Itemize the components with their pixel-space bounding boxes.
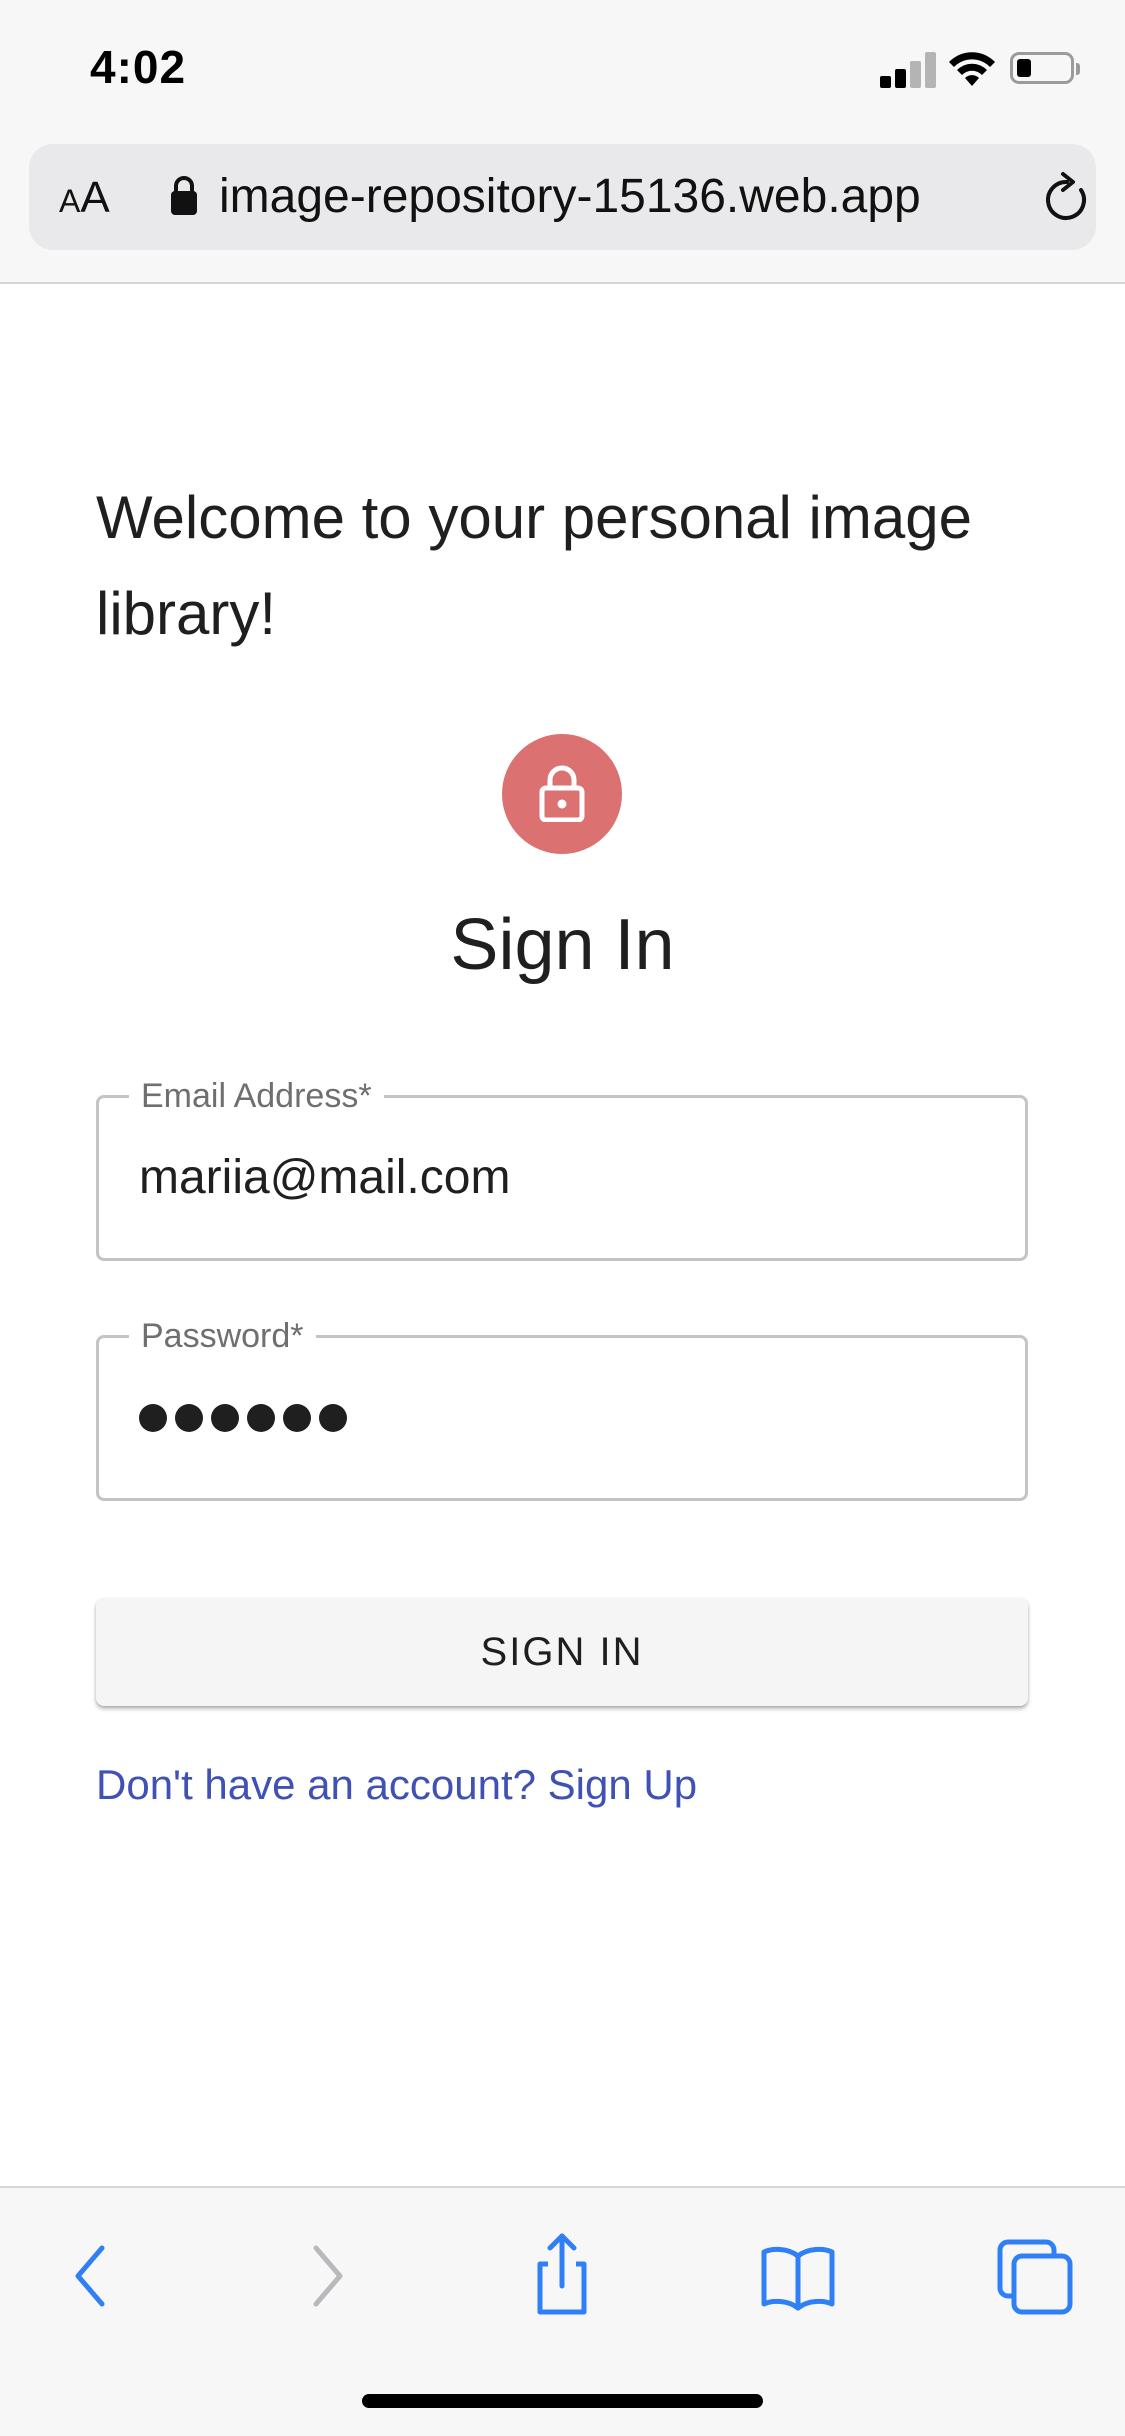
browser-address-area: AA image-repository-15136.web.app <box>0 140 1125 284</box>
text-size-small-label: A <box>59 183 81 219</box>
lock-avatar <box>502 734 622 854</box>
password-mask-dot <box>211 1404 239 1432</box>
lock-outline-icon <box>539 765 585 822</box>
battery-icon <box>1010 52 1080 84</box>
sign-in-title: Sign In <box>450 905 675 985</box>
email-field[interactable]: Email Address* <box>96 1076 1028 1261</box>
password-mask-dot <box>175 1404 203 1432</box>
text-size-large-label: A <box>80 173 110 222</box>
status-time: 4:02 <box>90 41 187 93</box>
address-bar[interactable]: AA image-repository-15136.web.app <box>29 144 1096 250</box>
back-icon[interactable] <box>44 2228 140 2324</box>
forward-icon[interactable] <box>278 2228 374 2324</box>
password-mask-dot <box>319 1404 347 1432</box>
bookmarks-icon[interactable] <box>750 2228 846 2324</box>
screen: 4:02 AA image-repository-15136.web.app W… <box>0 0 1125 2436</box>
url-text[interactable]: image-repository-15136.web.app <box>219 164 921 230</box>
password-field-label: Password* <box>129 1316 316 1356</box>
welcome-heading: Welcome to your personal image library! <box>96 484 972 647</box>
password-input[interactable] <box>139 1394 355 1444</box>
wifi-icon <box>949 52 995 86</box>
lock-icon <box>171 176 197 215</box>
email-field-label: Email Address* <box>129 1076 384 1116</box>
password-mask-dot <box>283 1404 311 1432</box>
share-icon[interactable] <box>514 2228 610 2324</box>
reload-icon[interactable] <box>1041 170 1093 226</box>
text-size-button[interactable]: AA <box>59 168 110 228</box>
password-mask-dot <box>139 1404 167 1432</box>
sign-in-button[interactable]: SIGN IN <box>96 1598 1028 1706</box>
password-mask-dot <box>247 1404 275 1432</box>
sign-up-link[interactable]: Don't have an account? Sign Up <box>96 1760 697 1810</box>
email-input[interactable] <box>139 1148 979 1208</box>
password-field[interactable]: Password* <box>96 1316 1028 1501</box>
cellular-signal-icon <box>880 50 936 88</box>
tabs-icon[interactable] <box>986 2228 1082 2324</box>
home-indicator <box>362 2394 763 2408</box>
status-bar: 4:02 <box>0 0 1125 140</box>
